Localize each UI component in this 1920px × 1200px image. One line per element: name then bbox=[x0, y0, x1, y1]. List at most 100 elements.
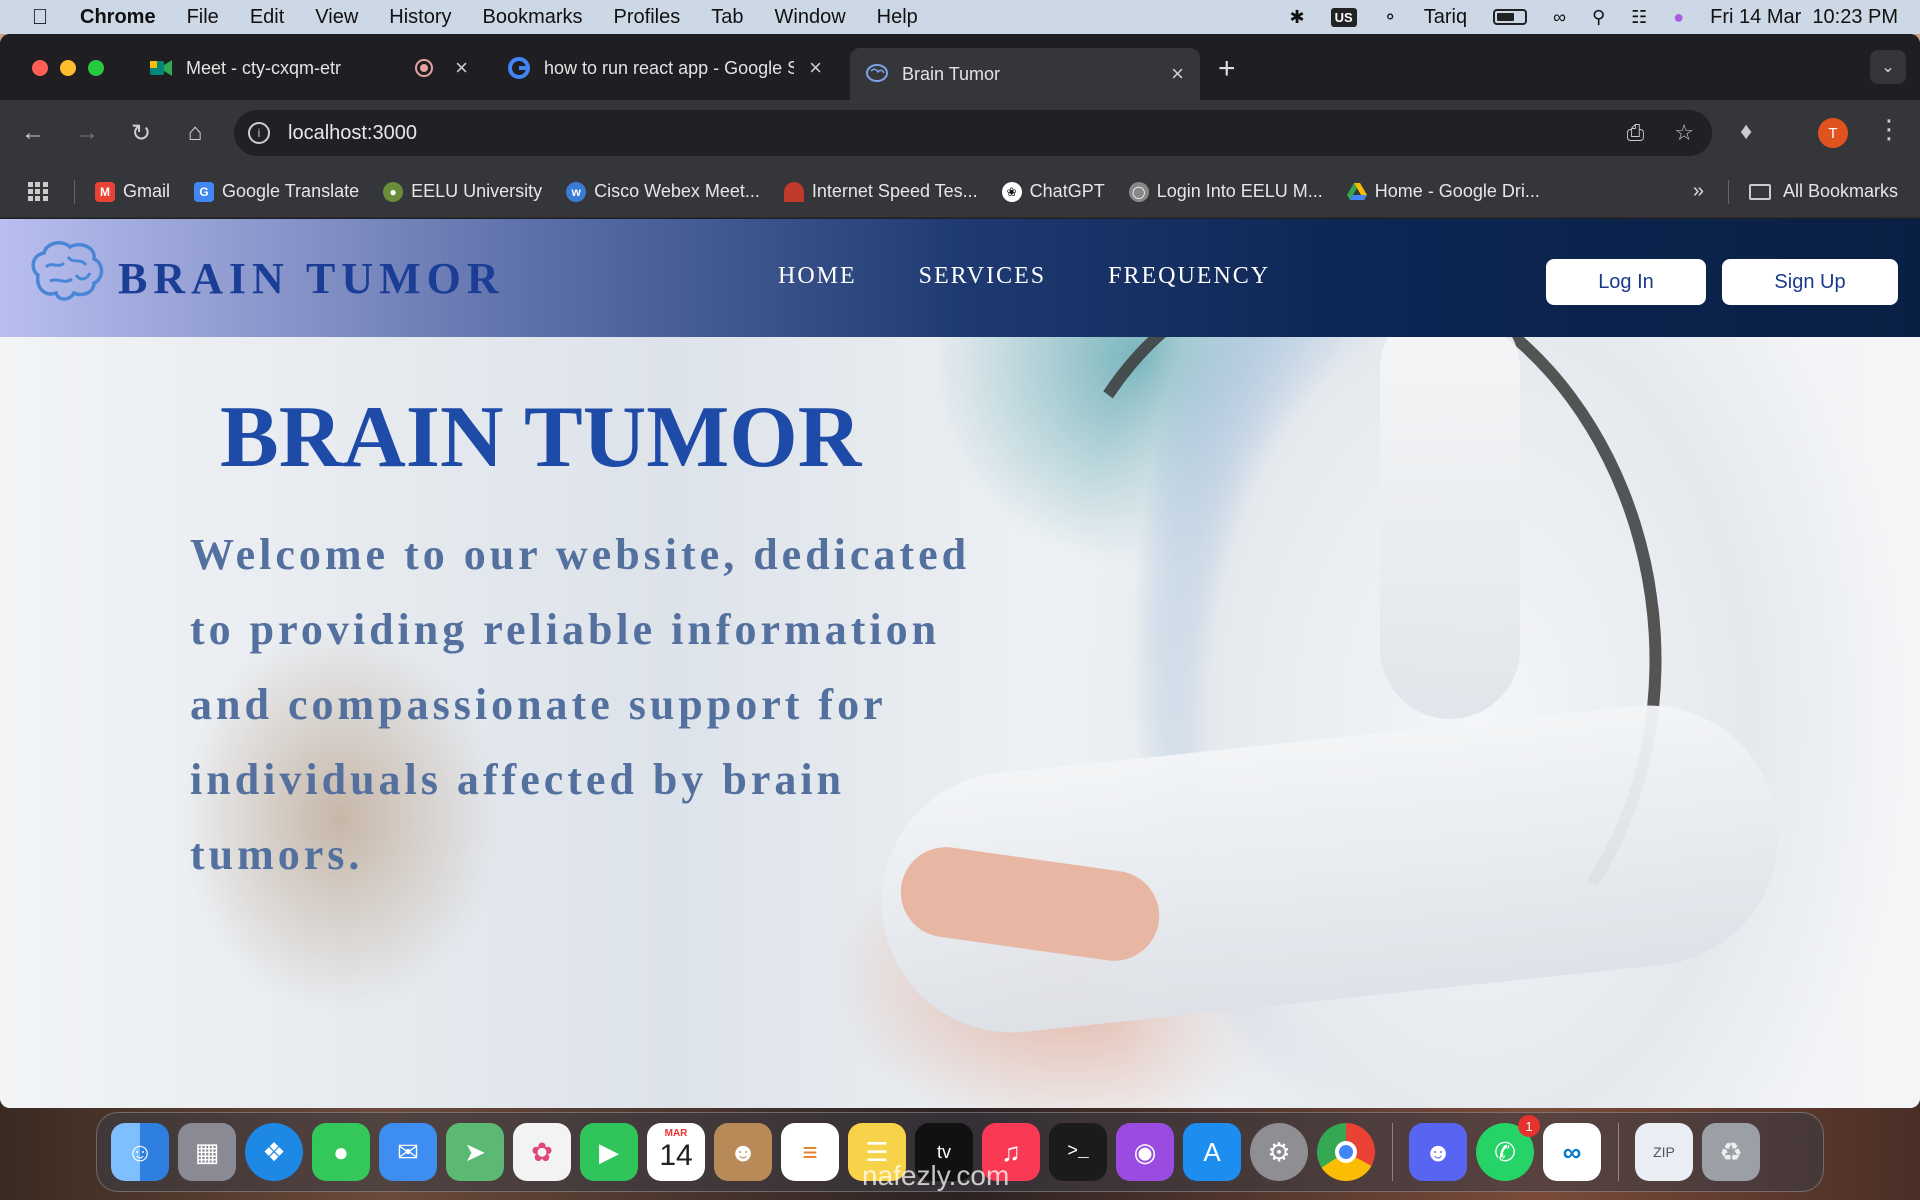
maximize-window-button[interactable] bbox=[88, 60, 104, 76]
menubar-datetime[interactable]: Fri 14 Mar 10:23 PM bbox=[1710, 6, 1898, 29]
tab-google-search[interactable]: how to run react app - Google Search × bbox=[492, 46, 838, 90]
translate-icon: G bbox=[194, 181, 215, 202]
bookmark-eelu-login[interactable]: ◯ Login Into EELU M... bbox=[1128, 181, 1323, 202]
siri-icon[interactable]: ● bbox=[1673, 7, 1684, 28]
tab-brain-tumor[interactable]: Brain Tumor × bbox=[850, 48, 1200, 100]
close-tab-icon[interactable]: × bbox=[455, 55, 468, 81]
menu-edit[interactable]: Edit bbox=[250, 6, 284, 29]
app-store-icon[interactable]: A bbox=[1183, 1123, 1241, 1181]
home-icon[interactable]: ⌂ bbox=[168, 119, 222, 147]
bluetooth-icon[interactable]: ✱ bbox=[1290, 7, 1305, 28]
terminal-icon[interactable]: >_ bbox=[1049, 1123, 1107, 1181]
menu-view[interactable]: View bbox=[315, 6, 358, 29]
bookmarks-bar: M Gmail G Google Translate ● EELU Univer… bbox=[0, 166, 1920, 218]
reminders-icon[interactable]: ≡ bbox=[781, 1123, 839, 1181]
finder-icon[interactable]: ☺ bbox=[111, 1123, 169, 1181]
new-tab-icon[interactable]: + bbox=[1218, 52, 1236, 86]
gmail-icon: M bbox=[95, 181, 115, 202]
tab-title: how to run react app - Google Search bbox=[544, 57, 794, 78]
bookmark-google-drive[interactable]: Home - Google Dri... bbox=[1346, 181, 1540, 202]
bookmark-eelu-university[interactable]: ● EELU University bbox=[383, 181, 542, 202]
menu-app-name[interactable]: Chrome bbox=[80, 6, 156, 29]
discord-icon[interactable]: ☻ bbox=[1409, 1123, 1467, 1181]
folder-icon bbox=[1748, 183, 1771, 200]
calendar-month: MAR bbox=[664, 1128, 688, 1139]
close-tab-icon[interactable]: × bbox=[809, 55, 822, 81]
trash-icon[interactable]: ♻ bbox=[1702, 1123, 1760, 1181]
menu-tab[interactable]: Tab bbox=[711, 6, 743, 29]
vscode-icon[interactable]: ∞ bbox=[1543, 1123, 1601, 1181]
spotlight-search-icon[interactable]: ⚲ bbox=[1592, 7, 1605, 28]
close-tab-icon[interactable]: × bbox=[1171, 61, 1184, 87]
system-settings-icon[interactable]: ⚙ bbox=[1250, 1123, 1308, 1181]
bookmark-google-translate[interactable]: G Google Translate bbox=[194, 181, 359, 202]
speedtest-icon bbox=[783, 181, 804, 202]
zip-file-icon[interactable]: ZIP bbox=[1635, 1123, 1693, 1181]
install-app-icon[interactable]: ⎙ bbox=[1627, 120, 1645, 146]
keyboard-layout-badge[interactable]: US bbox=[1330, 7, 1357, 27]
apps-grid-icon[interactable] bbox=[28, 181, 48, 202]
whatsapp-icon[interactable]: ✆ 1 bbox=[1476, 1115, 1540, 1181]
menu-file[interactable]: File bbox=[187, 6, 219, 29]
globe-icon: ◯ bbox=[1128, 181, 1149, 202]
forward-arrow-icon[interactable]: → bbox=[60, 119, 114, 147]
bookmark-label: Internet Speed Tes... bbox=[811, 181, 978, 201]
screen-mirroring-icon[interactable]: ∞ bbox=[1553, 7, 1566, 28]
address-bar[interactable]: i localhost:3000 ⎙ ☆ bbox=[234, 110, 1712, 156]
menu-help[interactable]: Help bbox=[877, 6, 918, 29]
menu-window[interactable]: Window bbox=[775, 6, 846, 29]
signup-button[interactable]: Sign Up bbox=[1722, 259, 1898, 305]
bookmark-chatgpt[interactable]: ❀ ChatGPT bbox=[1001, 181, 1105, 202]
menu-history[interactable]: History bbox=[389, 6, 451, 29]
nav-home[interactable]: HOME bbox=[778, 263, 857, 290]
nav-frequency[interactable]: FREQUENCY bbox=[1108, 263, 1270, 290]
launchpad-icon[interactable]: ▦ bbox=[178, 1123, 236, 1181]
headphones-icon[interactable]: ⚬ bbox=[1383, 7, 1398, 28]
window-controls bbox=[32, 60, 104, 76]
brain-logo-icon[interactable] bbox=[28, 239, 106, 305]
chrome-menu-icon[interactable]: ⋮ bbox=[1876, 114, 1902, 145]
podcasts-icon[interactable]: ◉ bbox=[1116, 1123, 1174, 1181]
university-icon: ● bbox=[383, 181, 404, 202]
maps-icon[interactable]: ➤ bbox=[446, 1123, 504, 1181]
nav-services[interactable]: SERVICES bbox=[919, 263, 1046, 290]
hero-section: BRAIN TUMOR Welcome to our website, dedi… bbox=[0, 337, 1920, 1108]
reload-icon[interactable]: ↻ bbox=[114, 119, 168, 148]
browser-toolbar: ← → ↻ ⌂ i localhost:3000 ⎙ ☆ ♦ T ⋮ bbox=[0, 100, 1920, 166]
bookmark-gmail[interactable]: M Gmail bbox=[95, 181, 170, 202]
bookmark-speed-test[interactable]: Internet Speed Tes... bbox=[783, 181, 978, 202]
url-text[interactable]: localhost:3000 bbox=[288, 122, 417, 145]
calendar-icon[interactable]: MAR 14 bbox=[647, 1123, 705, 1181]
battery-icon[interactable] bbox=[1493, 9, 1528, 25]
menubar-user[interactable]: Tariq bbox=[1424, 6, 1467, 29]
bookmark-cisco-webex[interactable]: w Cisco Webex Meet... bbox=[566, 181, 760, 202]
back-arrow-icon[interactable]: ← bbox=[6, 119, 60, 147]
contacts-icon[interactable]: ☻ bbox=[714, 1123, 772, 1181]
safari-icon[interactable]: ❖ bbox=[245, 1123, 303, 1181]
recording-indicator-icon bbox=[415, 59, 434, 77]
menu-profiles[interactable]: Profiles bbox=[614, 6, 681, 29]
calendar-day: 14 bbox=[659, 1139, 693, 1172]
facetime-icon[interactable]: ▶ bbox=[580, 1123, 638, 1181]
all-bookmarks-button[interactable]: All Bookmarks bbox=[1748, 181, 1898, 202]
tab-title: Brain Tumor bbox=[902, 63, 1001, 84]
mail-icon[interactable]: ✉ bbox=[379, 1123, 437, 1181]
messages-icon[interactable]: ● bbox=[312, 1123, 370, 1181]
minimize-window-button[interactable] bbox=[60, 60, 76, 76]
menu-bookmarks[interactable]: Bookmarks bbox=[483, 6, 583, 29]
profile-avatar[interactable]: T bbox=[1818, 118, 1848, 148]
extensions-puzzle-icon[interactable]: ♦ bbox=[1740, 118, 1752, 146]
photos-icon[interactable]: ✿ bbox=[513, 1123, 571, 1181]
chrome-icon[interactable] bbox=[1317, 1123, 1375, 1181]
login-button[interactable]: Log In bbox=[1546, 259, 1706, 305]
control-center-icon[interactable]: ☷ bbox=[1631, 7, 1647, 28]
site-info-icon[interactable]: i bbox=[248, 122, 270, 144]
close-window-button[interactable] bbox=[32, 60, 48, 76]
more-bookmarks-chevron-icon[interactable]: » bbox=[1693, 180, 1704, 203]
apple-menu-icon[interactable]:  bbox=[0, 4, 80, 30]
tab-meet[interactable]: Meet - cty-cxqm-etr × bbox=[134, 46, 484, 90]
brain-icon bbox=[866, 63, 888, 85]
tab-search-chevron-icon[interactable]: ⌄ bbox=[1870, 50, 1906, 84]
bookmark-star-icon[interactable]: ☆ bbox=[1674, 120, 1694, 146]
site-brand[interactable]: BRAIN TUMOR bbox=[118, 253, 505, 304]
